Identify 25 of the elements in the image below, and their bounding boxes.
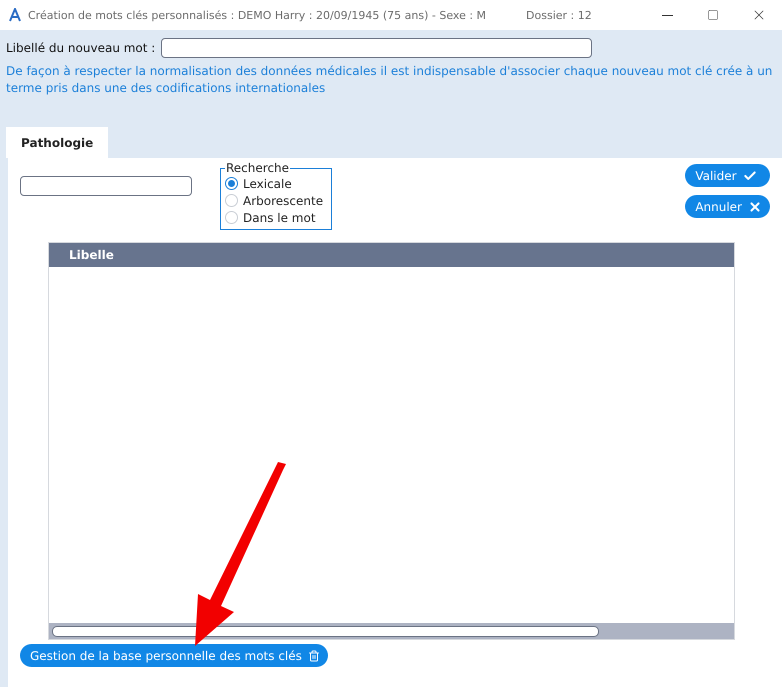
radio-button[interactable] [225, 211, 238, 224]
radio-button[interactable] [225, 177, 238, 190]
app-logo-icon [8, 8, 22, 22]
radio-label: Lexicale [243, 176, 292, 190]
horizontal-scrollbar[interactable] [49, 623, 734, 639]
maximize-icon [707, 9, 719, 21]
check-icon [742, 168, 757, 182]
notice-text: De façon à respecter la normalisation des données médicales il est indispensable d'associer chaque nouveau mot clé crée à un terme pris dans une des codifications internationales [6, 63, 774, 97]
tab[interactable]: Pathologie [6, 127, 108, 158]
search-field[interactable] [20, 176, 192, 196]
radio-button[interactable] [225, 194, 238, 207]
column-header[interactable]: Libelle [69, 248, 114, 262]
new-word-label: Libellé du nouveau mot : [6, 41, 156, 55]
radio-label: Dans le mot [243, 210, 316, 224]
minimize-icon [662, 14, 672, 16]
cancel-button[interactable]: Annuler [685, 195, 770, 218]
window-title: Création de mots clés personnalisés : DEMO Harry : 20/09/1945 (75 ans) - Sexe : M [28, 8, 486, 22]
new-word-field[interactable] [161, 38, 592, 58]
group-legend: Recherche [225, 161, 290, 175]
manage-base-button[interactable]: Gestion de la base personnelle des mots clés [20, 644, 328, 667]
validate-button[interactable]: Valider [685, 164, 770, 187]
radio-label: Arborescente [243, 194, 324, 208]
cross-icon [748, 200, 762, 214]
dossier-number: Dossier : 12 [526, 8, 592, 22]
trash-icon [308, 650, 320, 662]
